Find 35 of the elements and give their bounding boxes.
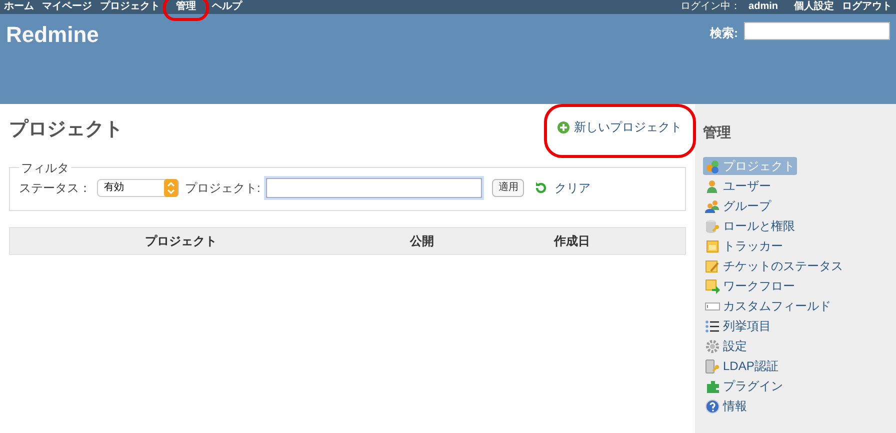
menu-link[interactable]: プロジェクト bbox=[100, 2, 160, 12]
sidebar-link[interactable]: 情報 bbox=[703, 397, 749, 415]
menu-link[interactable]: 管理 bbox=[176, 1, 196, 12]
sidebar-link[interactable]: グループ bbox=[703, 197, 773, 215]
sidebar-link[interactable]: 設定 bbox=[703, 337, 749, 355]
column-header[interactable]: 作成日 bbox=[554, 234, 590, 248]
new-project-link[interactable]: 新しいプロジェクト bbox=[557, 118, 682, 136]
filter-legend: フィルタ bbox=[19, 158, 71, 176]
search-label: 検索: bbox=[710, 25, 738, 42]
column-header[interactable]: プロジェクト bbox=[145, 234, 217, 248]
page-title: プロジェクト bbox=[9, 118, 123, 142]
sidebar-link[interactable]: トラッカー bbox=[703, 237, 785, 255]
sidebar-link[interactable]: ユーザー bbox=[703, 177, 773, 195]
sidebar-link[interactable]: プラグイン bbox=[703, 377, 785, 395]
sidebar-link[interactable]: ロールと権限 bbox=[703, 217, 797, 235]
account-link[interactable]: 個人設定 bbox=[794, 2, 834, 12]
status-select[interactable]: 有効 bbox=[97, 178, 179, 196]
menu-link[interactable]: マイページ bbox=[42, 2, 92, 12]
account-link[interactable]: ログアウト bbox=[842, 2, 892, 12]
project-label: プロジェクト: bbox=[185, 180, 260, 196]
status-label: ステータス： bbox=[19, 180, 91, 196]
sidebar-link[interactable]: チケットのステータス bbox=[703, 257, 845, 275]
menu-link[interactable]: ヘルプ bbox=[212, 2, 242, 12]
clear-link[interactable]: クリア bbox=[554, 178, 590, 196]
sidebar-link[interactable]: LDAP認証 bbox=[703, 357, 780, 375]
login-label: ログイン中： bbox=[680, 2, 741, 12]
apply-button[interactable]: 適用 bbox=[492, 178, 524, 196]
menu-link[interactable]: ホーム bbox=[4, 2, 34, 12]
site-title: Redmine bbox=[6, 24, 99, 49]
sidebar-link[interactable]: 列挙項目 bbox=[703, 317, 773, 335]
sidebar-link[interactable]: カスタムフィールド bbox=[703, 297, 833, 315]
sidebar-title: 管理 bbox=[703, 123, 732, 142]
column-header[interactable]: 公開 bbox=[410, 234, 434, 248]
user-link[interactable]: admin bbox=[748, 2, 778, 12]
sidebar-link[interactable]: ワークフロー bbox=[703, 277, 797, 295]
